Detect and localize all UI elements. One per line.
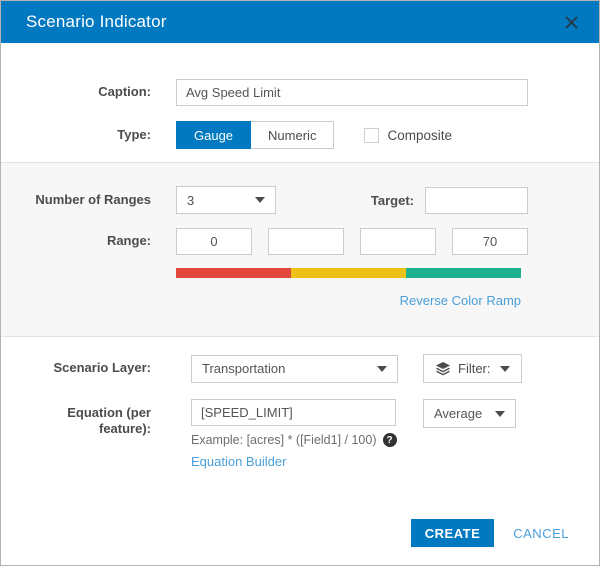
caption-input[interactable] bbox=[176, 79, 528, 106]
caret-down-icon bbox=[500, 366, 510, 372]
number-of-ranges-label: Number of Ranges bbox=[1, 192, 151, 208]
equation-label: Equation (per feature): bbox=[1, 399, 151, 438]
range-input-1[interactable] bbox=[176, 228, 252, 255]
scenario-layer-value: Transportation bbox=[202, 361, 285, 376]
composite-label: Composite bbox=[387, 128, 452, 143]
layers-icon bbox=[435, 362, 451, 376]
target-input[interactable] bbox=[425, 187, 528, 214]
dialog-title: Scenario Indicator bbox=[26, 12, 561, 32]
aggregation-select[interactable]: Average bbox=[423, 399, 516, 428]
type-row: Type: Gauge Numeric Composite bbox=[1, 121, 599, 149]
equation-example-text: Example: [acres] * ([Field1] / 100) bbox=[191, 433, 377, 447]
scenario-layer-select[interactable]: Transportation bbox=[191, 355, 398, 383]
type-numeric-button[interactable]: Numeric bbox=[251, 121, 334, 149]
composite-checkbox[interactable] bbox=[364, 128, 379, 143]
type-gauge-button[interactable]: Gauge bbox=[176, 121, 251, 149]
filter-label: Filter: bbox=[458, 361, 491, 376]
range-input-4[interactable] bbox=[452, 228, 528, 255]
reverse-ramp-row: Reverse Color Ramp bbox=[1, 292, 599, 310]
number-of-ranges-select[interactable]: 3 bbox=[176, 186, 276, 214]
filter-button[interactable]: Filter: bbox=[423, 354, 522, 383]
range-row: Range: bbox=[1, 228, 599, 255]
dialog-header: Scenario Indicator bbox=[1, 1, 599, 43]
type-label: Type: bbox=[1, 127, 151, 143]
close-icon bbox=[564, 15, 579, 30]
range-label: Range: bbox=[1, 233, 151, 249]
create-button[interactable]: CREATE bbox=[411, 519, 494, 547]
equation-example-row: Example: [acres] * ([Field1] / 100) ? bbox=[191, 433, 397, 447]
number-of-ranges-value: 3 bbox=[187, 193, 194, 208]
equation-builder-link[interactable]: Equation Builder bbox=[191, 454, 286, 469]
color-ramp-row bbox=[1, 268, 599, 278]
close-button[interactable] bbox=[561, 12, 581, 32]
type-toggle: Gauge Numeric bbox=[176, 121, 334, 149]
caption-label: Caption: bbox=[1, 84, 151, 100]
aggregation-value: Average bbox=[434, 406, 482, 421]
caption-row: Caption: bbox=[1, 79, 599, 106]
number-of-ranges-row: Number of Ranges 3 Target: bbox=[1, 186, 599, 214]
ramp-segment-yellow bbox=[291, 268, 406, 278]
range-input-2[interactable] bbox=[268, 228, 344, 255]
equation-input[interactable] bbox=[191, 399, 396, 426]
caret-down-icon bbox=[255, 197, 265, 203]
ranges-section: Number of Ranges 3 Target: Range: bbox=[1, 162, 599, 337]
ramp-segment-red bbox=[176, 268, 291, 278]
target-label: Target: bbox=[371, 193, 414, 208]
scenario-layer-row: Scenario Layer: Transportation Filter: bbox=[1, 354, 599, 383]
dialog-footer: CREATE CANCEL bbox=[411, 519, 569, 547]
caret-down-icon bbox=[495, 411, 505, 417]
scenario-layer-label: Scenario Layer: bbox=[1, 360, 151, 376]
layer-equation-section: Scenario Layer: Transportation Filter: bbox=[1, 337, 599, 471]
help-icon[interactable]: ? bbox=[383, 433, 397, 447]
cancel-button[interactable]: CANCEL bbox=[513, 526, 569, 541]
equation-row: Equation (per feature): Average Example:… bbox=[1, 399, 599, 471]
ramp-segment-green bbox=[406, 268, 521, 278]
caret-down-icon bbox=[377, 366, 387, 372]
color-ramp bbox=[176, 268, 521, 278]
equation-builder-row: Equation Builder bbox=[191, 453, 286, 471]
reverse-color-ramp-link[interactable]: Reverse Color Ramp bbox=[400, 293, 521, 308]
scenario-indicator-dialog: Scenario Indicator Caption: Type: Gauge … bbox=[0, 0, 600, 566]
general-section: Caption: Type: Gauge Numeric Composite bbox=[1, 43, 599, 162]
range-input-3[interactable] bbox=[360, 228, 436, 255]
